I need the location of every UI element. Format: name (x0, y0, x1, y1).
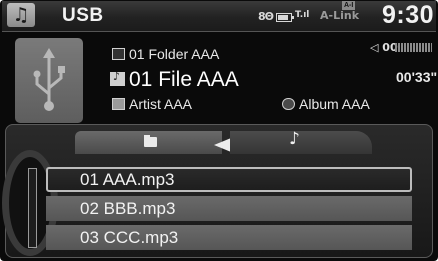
battery-icon (276, 13, 294, 22)
signal-icon: T.ıl (295, 10, 310, 20)
list-item[interactable]: 01 AAA.mp3 (46, 167, 412, 192)
tab-music[interactable]: ♪ (230, 129, 372, 154)
volume-indicator: ◁ 00 (370, 41, 398, 54)
album-name: Album AAA (299, 96, 370, 112)
file-icon (110, 70, 125, 86)
alink-badge: A-I (342, 1, 356, 10)
folder-icon (112, 48, 125, 60)
tab-folder[interactable] (75, 131, 222, 154)
folder-icon (144, 135, 157, 147)
elapsed-time: 00'33" (396, 69, 438, 85)
scrollbar[interactable] (28, 168, 37, 248)
music-note-icon: ♪ (289, 129, 300, 149)
status-bar: ♫ USB 8Θ T.ıl A-Link A-I 9:30 (2, 1, 436, 32)
album-icon (282, 98, 295, 110)
volume-bar (395, 43, 432, 52)
alink-indicator: A-Link (320, 9, 360, 22)
audio-screen: ♫ USB 8Θ T.ıl A-Link A-I 9:30 01 Folder … (0, 0, 438, 261)
clock: 9:30 (382, 1, 435, 29)
list-item[interactable]: 02 BBB.mp3 (46, 196, 412, 221)
usb-icon (15, 38, 83, 123)
music-note-icon[interactable]: ♫ (7, 3, 35, 27)
artist-icon (112, 98, 125, 110)
artist-name: Artist AAA (129, 96, 193, 112)
track-title: 01 File AAA (129, 68, 239, 91)
folder-name: 01 Folder AAA (129, 46, 220, 62)
source-label: USB (62, 5, 104, 26)
list-item[interactable]: 03 CCC.mp3 (46, 225, 412, 250)
bluetooth-icon: 8Θ (258, 10, 274, 23)
